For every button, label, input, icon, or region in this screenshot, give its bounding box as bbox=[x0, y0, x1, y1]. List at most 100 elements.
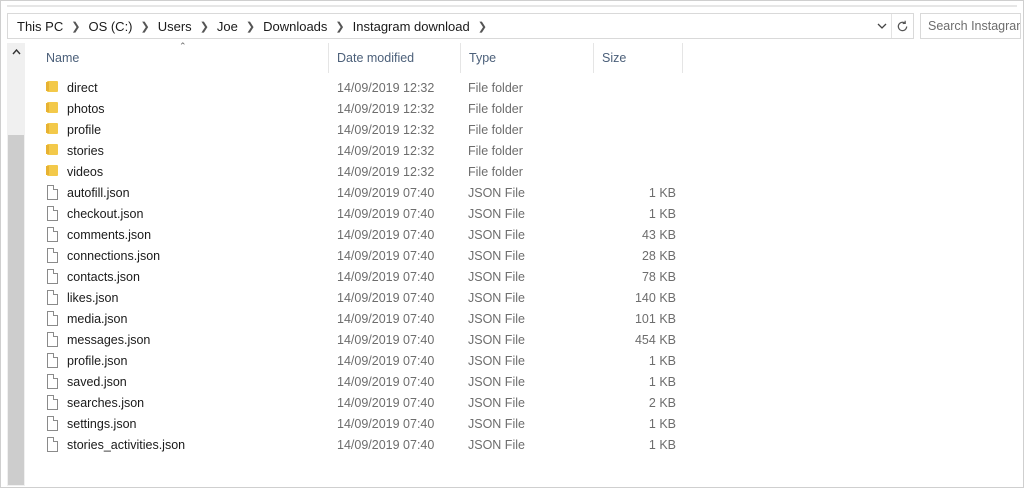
file-row[interactable]: settings.json 14/09/2019 07:40 JSON File 1 … bbox=[27, 413, 687, 434]
file-row[interactable]: profile.json 14/09/2019 07:40 JSON File 1 K… bbox=[27, 350, 687, 371]
file-row[interactable]: likes.json 14/09/2019 07:40 JSON File 140 K… bbox=[27, 287, 687, 308]
file-row[interactable]: profile 14/09/2019 12:32 File folder bbox=[27, 119, 687, 140]
file-size: 2 KB bbox=[648, 395, 676, 410]
file-size: 1 KB bbox=[648, 374, 676, 389]
chevron-right-icon[interactable]: ❯ bbox=[241, 20, 260, 33]
file-size: 1 KB bbox=[648, 416, 676, 431]
column-type-header[interactable]: Type bbox=[461, 43, 594, 73]
file-row[interactable]: messages.json 14/09/2019 07:40 JSON File 45… bbox=[27, 329, 687, 350]
vertical-scrollbar[interactable] bbox=[7, 43, 25, 486]
file-name-cell: photos bbox=[27, 101, 329, 116]
file-name-cell: profile bbox=[27, 122, 329, 137]
file-name: direct bbox=[67, 80, 98, 95]
file-row[interactable]: contacts.json 14/09/2019 07:40 JSON File 78… bbox=[27, 266, 687, 287]
chevron-right-icon[interactable]: ❯ bbox=[473, 20, 492, 33]
column-size-header[interactable]: Size bbox=[594, 43, 683, 73]
column-name-header[interactable]: ⌃ Name bbox=[27, 41, 329, 73]
breadcrumb-instagram-download[interactable]: Instagram download bbox=[350, 19, 473, 34]
refresh-button[interactable] bbox=[891, 14, 913, 38]
scroll-thumb[interactable] bbox=[8, 135, 24, 485]
file-size: 78 KB bbox=[641, 269, 676, 284]
file-name: checkout.json bbox=[67, 206, 144, 221]
address-history-dropdown[interactable] bbox=[873, 14, 891, 38]
file-name-cell: videos bbox=[27, 164, 329, 179]
file-row[interactable]: stories 14/09/2019 12:32 File folder bbox=[27, 140, 687, 161]
file-size: 43 KB bbox=[641, 227, 676, 242]
file-icon bbox=[47, 437, 59, 452]
file-name-cell: messages.json bbox=[27, 332, 329, 347]
file-icon bbox=[47, 395, 59, 410]
file-row[interactable]: connections.json 14/09/2019 07:40 JSON Fil… bbox=[27, 245, 687, 266]
folder-icon bbox=[46, 80, 59, 95]
address-bar[interactable]: This PC ❯ OS (C:) ❯ Users ❯ Joe ❯ Downlo… bbox=[7, 13, 914, 39]
file-type: JSON File bbox=[468, 332, 525, 347]
file-row[interactable]: checkout.json 14/09/2019 07:40 JSON File 1 … bbox=[27, 203, 687, 224]
file-type: JSON File bbox=[468, 416, 525, 431]
breadcrumb-this-pc[interactable]: This PC bbox=[14, 19, 66, 34]
file-name-cell: direct bbox=[27, 80, 329, 95]
file-size: 101 KB bbox=[634, 311, 676, 326]
file-row[interactable]: photos 14/09/2019 12:32 File folder bbox=[27, 98, 687, 119]
file-name: saved.json bbox=[67, 374, 127, 389]
file-size: 1 KB bbox=[648, 185, 676, 200]
file-date: 14/09/2019 12:32 bbox=[337, 143, 435, 158]
file-name-cell: stories bbox=[27, 143, 329, 158]
chevron-right-icon[interactable]: ❯ bbox=[136, 20, 155, 33]
file-name: connections.json bbox=[67, 248, 161, 263]
folder-icon bbox=[46, 122, 59, 137]
file-name: comments.json bbox=[67, 227, 152, 242]
search-input[interactable] bbox=[928, 19, 1020, 33]
file-row[interactable]: searches.json 14/09/2019 07:40 JSON File 2 … bbox=[27, 392, 687, 413]
folder-icon bbox=[46, 101, 59, 116]
search-box[interactable] bbox=[920, 13, 1021, 39]
file-date: 14/09/2019 12:32 bbox=[337, 122, 435, 137]
file-name-cell: autofill.json bbox=[27, 185, 329, 200]
chevron-right-icon[interactable]: ❯ bbox=[330, 20, 349, 33]
column-name-label: Name bbox=[46, 51, 80, 65]
file-type: JSON File bbox=[468, 248, 525, 263]
file-date: 14/09/2019 07:40 bbox=[337, 248, 435, 263]
chevron-right-icon[interactable]: ❯ bbox=[195, 20, 214, 33]
file-row[interactable]: comments.json 14/09/2019 07:40 JSON File 43… bbox=[27, 224, 687, 245]
file-date: 14/09/2019 07:40 bbox=[337, 332, 435, 347]
file-name-cell: media.json bbox=[27, 311, 329, 326]
file-icon bbox=[47, 206, 59, 221]
file-type: File folder bbox=[468, 143, 523, 158]
file-icon bbox=[47, 374, 59, 389]
file-type: File folder bbox=[468, 101, 523, 116]
file-icon bbox=[47, 248, 59, 263]
file-row[interactable]: saved.json 14/09/2019 07:40 JSON File 1 KB bbox=[27, 371, 687, 392]
file-name: settings.json bbox=[67, 416, 137, 431]
column-date-header[interactable]: Date modified bbox=[329, 43, 461, 73]
file-row[interactable]: stories_activities.json 14/09/2019 07:40 J… bbox=[27, 434, 687, 455]
file-name: contacts.json bbox=[67, 269, 140, 284]
file-row[interactable]: media.json 14/09/2019 07:40 JSON File 101 K… bbox=[27, 308, 687, 329]
chevron-right-icon[interactable]: ❯ bbox=[66, 20, 85, 33]
file-row[interactable]: videos 14/09/2019 12:32 File folder bbox=[27, 161, 687, 182]
file-size: 1 KB bbox=[648, 206, 676, 221]
file-date: 14/09/2019 07:40 bbox=[337, 185, 435, 200]
file-type: JSON File bbox=[468, 269, 525, 284]
file-type: JSON File bbox=[468, 353, 525, 368]
file-name-cell: checkout.json bbox=[27, 206, 329, 221]
file-icon bbox=[47, 269, 59, 284]
folder-icon bbox=[46, 143, 59, 158]
breadcrumb-joe[interactable]: Joe bbox=[214, 19, 241, 34]
breadcrumb-users[interactable]: Users bbox=[155, 19, 195, 34]
file-date: 14/09/2019 07:40 bbox=[337, 395, 435, 410]
breadcrumb-downloads[interactable]: Downloads bbox=[260, 19, 330, 34]
file-size: 28 KB bbox=[641, 248, 676, 263]
breadcrumb-os-c[interactable]: OS (C:) bbox=[85, 19, 135, 34]
file-row[interactable]: autofill.json 14/09/2019 07:40 JSON File 1 … bbox=[27, 182, 687, 203]
file-name: profile bbox=[67, 122, 102, 137]
file-name-cell: likes.json bbox=[27, 290, 329, 305]
file-icon bbox=[47, 185, 59, 200]
file-icon bbox=[47, 311, 59, 326]
column-type-label: Type bbox=[469, 51, 497, 65]
file-size: 454 KB bbox=[634, 332, 676, 347]
file-name: videos bbox=[67, 164, 104, 179]
file-date: 14/09/2019 12:32 bbox=[337, 101, 435, 116]
file-row[interactable]: direct 14/09/2019 12:32 File folder bbox=[27, 77, 687, 98]
file-name: profile.json bbox=[67, 353, 128, 368]
scroll-up-button[interactable] bbox=[7, 43, 25, 61]
